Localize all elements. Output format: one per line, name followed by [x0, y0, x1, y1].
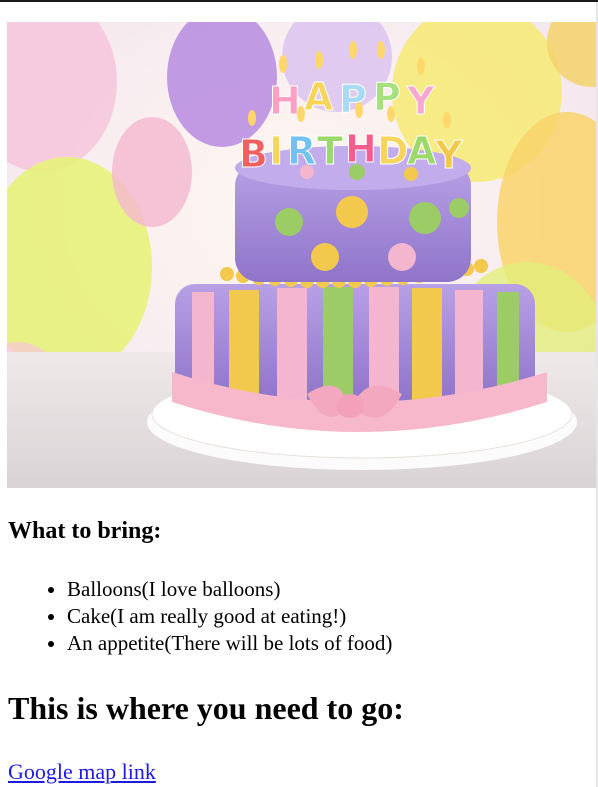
svg-text:Y: Y: [406, 79, 435, 123]
svg-text:Y: Y: [434, 133, 463, 177]
svg-text:P: P: [339, 77, 367, 121]
bring-list: Balloons(I love balloons) Cake(I am real…: [8, 576, 392, 657]
page-top-border: [0, 0, 598, 2]
where-to-go-heading: This is where you need to go:: [8, 690, 404, 726]
list-item: Balloons(I love balloons): [67, 576, 392, 603]
list-item: An appetite(There will be lots of food): [67, 630, 392, 657]
svg-text:T: T: [317, 129, 343, 173]
svg-text:B: B: [239, 132, 268, 176]
what-to-bring-heading: What to bring:: [8, 518, 162, 544]
svg-text:P: P: [373, 75, 401, 119]
list-item: Cake(I am really good at eating!): [67, 603, 392, 630]
svg-text:R: R: [287, 129, 316, 173]
birthday-cake-image: H A P P Y B I R T H D A Y: [7, 22, 596, 488]
svg-text:A: A: [304, 75, 334, 119]
svg-text:A: A: [407, 129, 437, 173]
google-map-link[interactable]: Google map link: [8, 758, 156, 786]
svg-text:D: D: [377, 129, 409, 173]
svg-text:I: I: [269, 129, 283, 173]
svg-text:H: H: [269, 79, 301, 123]
svg-text:H: H: [345, 127, 377, 171]
